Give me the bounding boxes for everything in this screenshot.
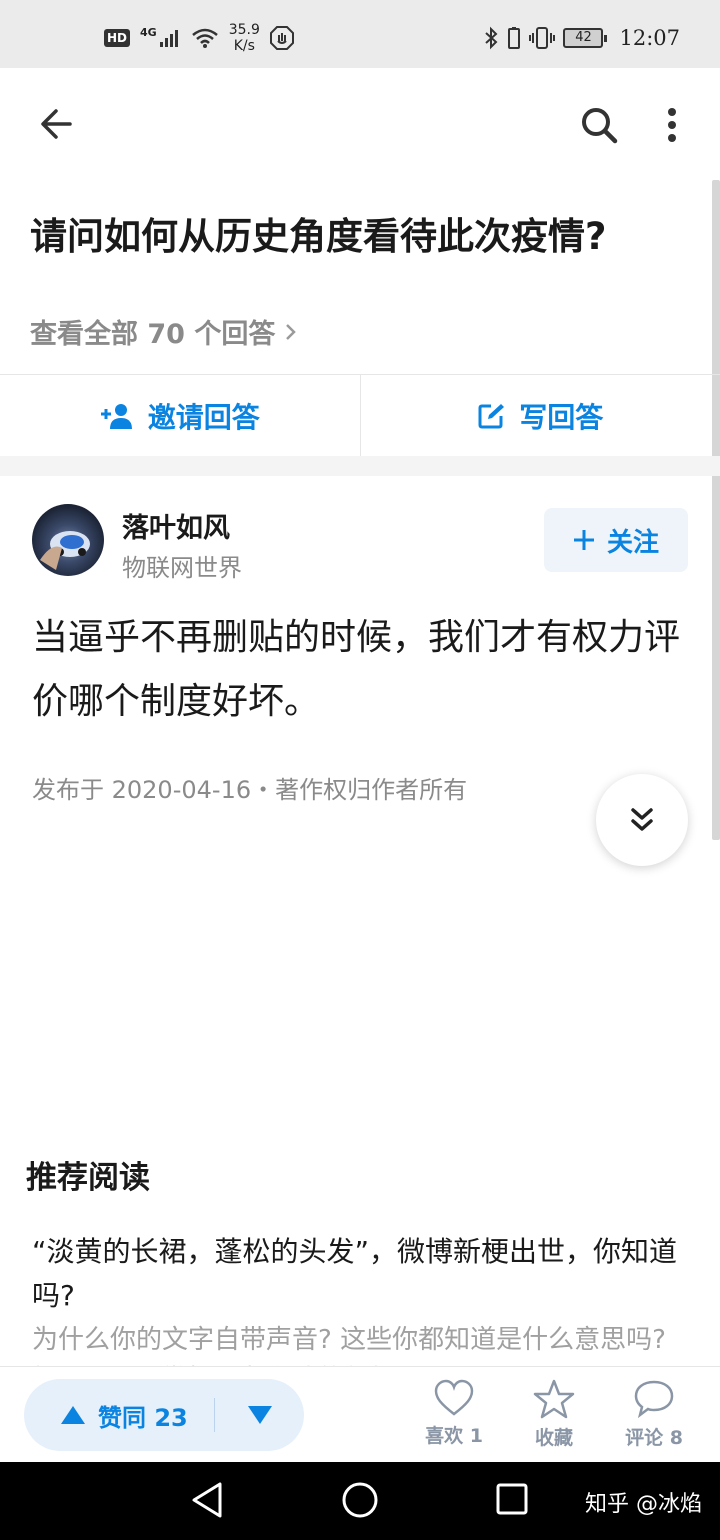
star-icon [533, 1379, 575, 1419]
like-button[interactable]: 喜欢 1 [412, 1379, 496, 1448]
follow-label: 关注 [606, 527, 659, 558]
answer-meta: 发布于 2020-04-16・著作权归作者所有 [32, 776, 468, 804]
downvote-button[interactable] [215, 1404, 304, 1426]
search-button[interactable] [574, 100, 624, 150]
comment-bubble-icon [634, 1380, 674, 1419]
view-all-label: 查看全部 70 个回答 [30, 319, 276, 350]
write-answer-label: 写回答 [519, 400, 604, 434]
collect-button[interactable]: 收藏 [512, 1379, 596, 1450]
triangle-down-icon [247, 1406, 272, 1424]
answer-action-bar: 赞同 23 喜欢 1 收藏 评论 8 [0, 1366, 720, 1462]
top-app-bar [0, 68, 720, 180]
battery-saver-icon [508, 27, 521, 49]
view-all-answers-link[interactable]: 查看全部 70 个回答 [30, 312, 297, 351]
plus-icon [573, 530, 594, 550]
avatar-image [40, 531, 90, 570]
heart-icon [434, 1379, 474, 1416]
author-name[interactable]: 落叶如风 [122, 506, 230, 545]
invite-answer-button[interactable]: 邀请回答 [0, 375, 360, 456]
speed-value: 35.9 [228, 22, 260, 38]
section-separator [0, 456, 720, 476]
next-answer-button[interactable] [596, 774, 688, 866]
status-bar: HD 4G 35.9 K/s 42 12:07 [0, 0, 720, 68]
hd-badge: HD [104, 29, 131, 47]
signal-icon [159, 30, 178, 47]
watermark: 知乎 @冰焰 [585, 1492, 702, 1517]
wifi-icon [191, 28, 218, 48]
recommended-article-title[interactable]: “淡黄的长裙，蓬松的头发”，微博新梗出世，你知道吗? [32, 1230, 692, 1318]
recommended-article-excerpt[interactable]: 为什么你的文字自带声音? 这些你都知道是什么意思吗? 打开来看看微博网友们造的新… [32, 1320, 692, 1366]
follow-button[interactable]: 关注 [544, 508, 688, 572]
back-arrow-icon [41, 109, 72, 139]
recommended-heading: 推荐阅读 [26, 1160, 150, 1196]
upvote-label: 赞同 23 [98, 1403, 188, 1432]
nav-home-icon[interactable] [340, 1480, 380, 1520]
back-button[interactable] [30, 98, 82, 150]
question-title[interactable]: 请问如何从历史角度看待此次疫情? [30, 210, 690, 264]
upvote-button[interactable]: 赞同 23 [24, 1398, 214, 1433]
scrollbar[interactable] [712, 180, 720, 840]
status-left: HD 4G 35.9 K/s [104, 22, 294, 54]
more-vertical-icon [668, 108, 676, 142]
question-actions: 邀请回答 写回答 [0, 374, 720, 456]
status-right: 42 12:07 [483, 26, 680, 50]
search-icon [582, 108, 618, 144]
answer-content: 当逼乎不再删贴的时候，我们才有权力评价哪个制度好坏。 [32, 617, 681, 722]
add-person-icon [100, 403, 132, 429]
vote-group: 赞同 23 [24, 1379, 304, 1451]
write-answer-button[interactable]: 写回答 [361, 375, 720, 456]
comment-label: 评论 8 [625, 1427, 683, 1449]
comment-button[interactable]: 评论 8 [612, 1379, 696, 1450]
avatar[interactable] [32, 504, 104, 576]
author-row: 落叶如风 物联网世界 关注 [32, 504, 692, 582]
system-navigation-bar: 知乎 @冰焰 [0, 1462, 720, 1540]
more-button[interactable] [656, 100, 688, 150]
nav-back-icon[interactable] [190, 1480, 224, 1520]
author-headline: 物联网世界 [122, 554, 242, 582]
double-chevron-down-icon [631, 808, 653, 831]
triangle-up-icon [61, 1406, 85, 1424]
vibrate-icon [529, 27, 556, 49]
nav-recents-icon[interactable] [494, 1480, 530, 1520]
hand-stop-icon [269, 26, 294, 50]
clock: 12:07 [619, 26, 680, 50]
like-label: 喜欢 1 [425, 1425, 483, 1447]
collect-label: 收藏 [534, 1427, 573, 1449]
network-speed: 35.9 K/s [229, 22, 260, 54]
edit-icon [478, 403, 505, 428]
chevron-right-icon [286, 323, 297, 340]
bluetooth-icon [485, 26, 498, 50]
battery-indicator: 42 [563, 28, 608, 48]
network-type: 4G [140, 25, 157, 39]
invite-answer-label: 邀请回答 [147, 400, 260, 434]
speed-unit: K/s [233, 38, 255, 54]
